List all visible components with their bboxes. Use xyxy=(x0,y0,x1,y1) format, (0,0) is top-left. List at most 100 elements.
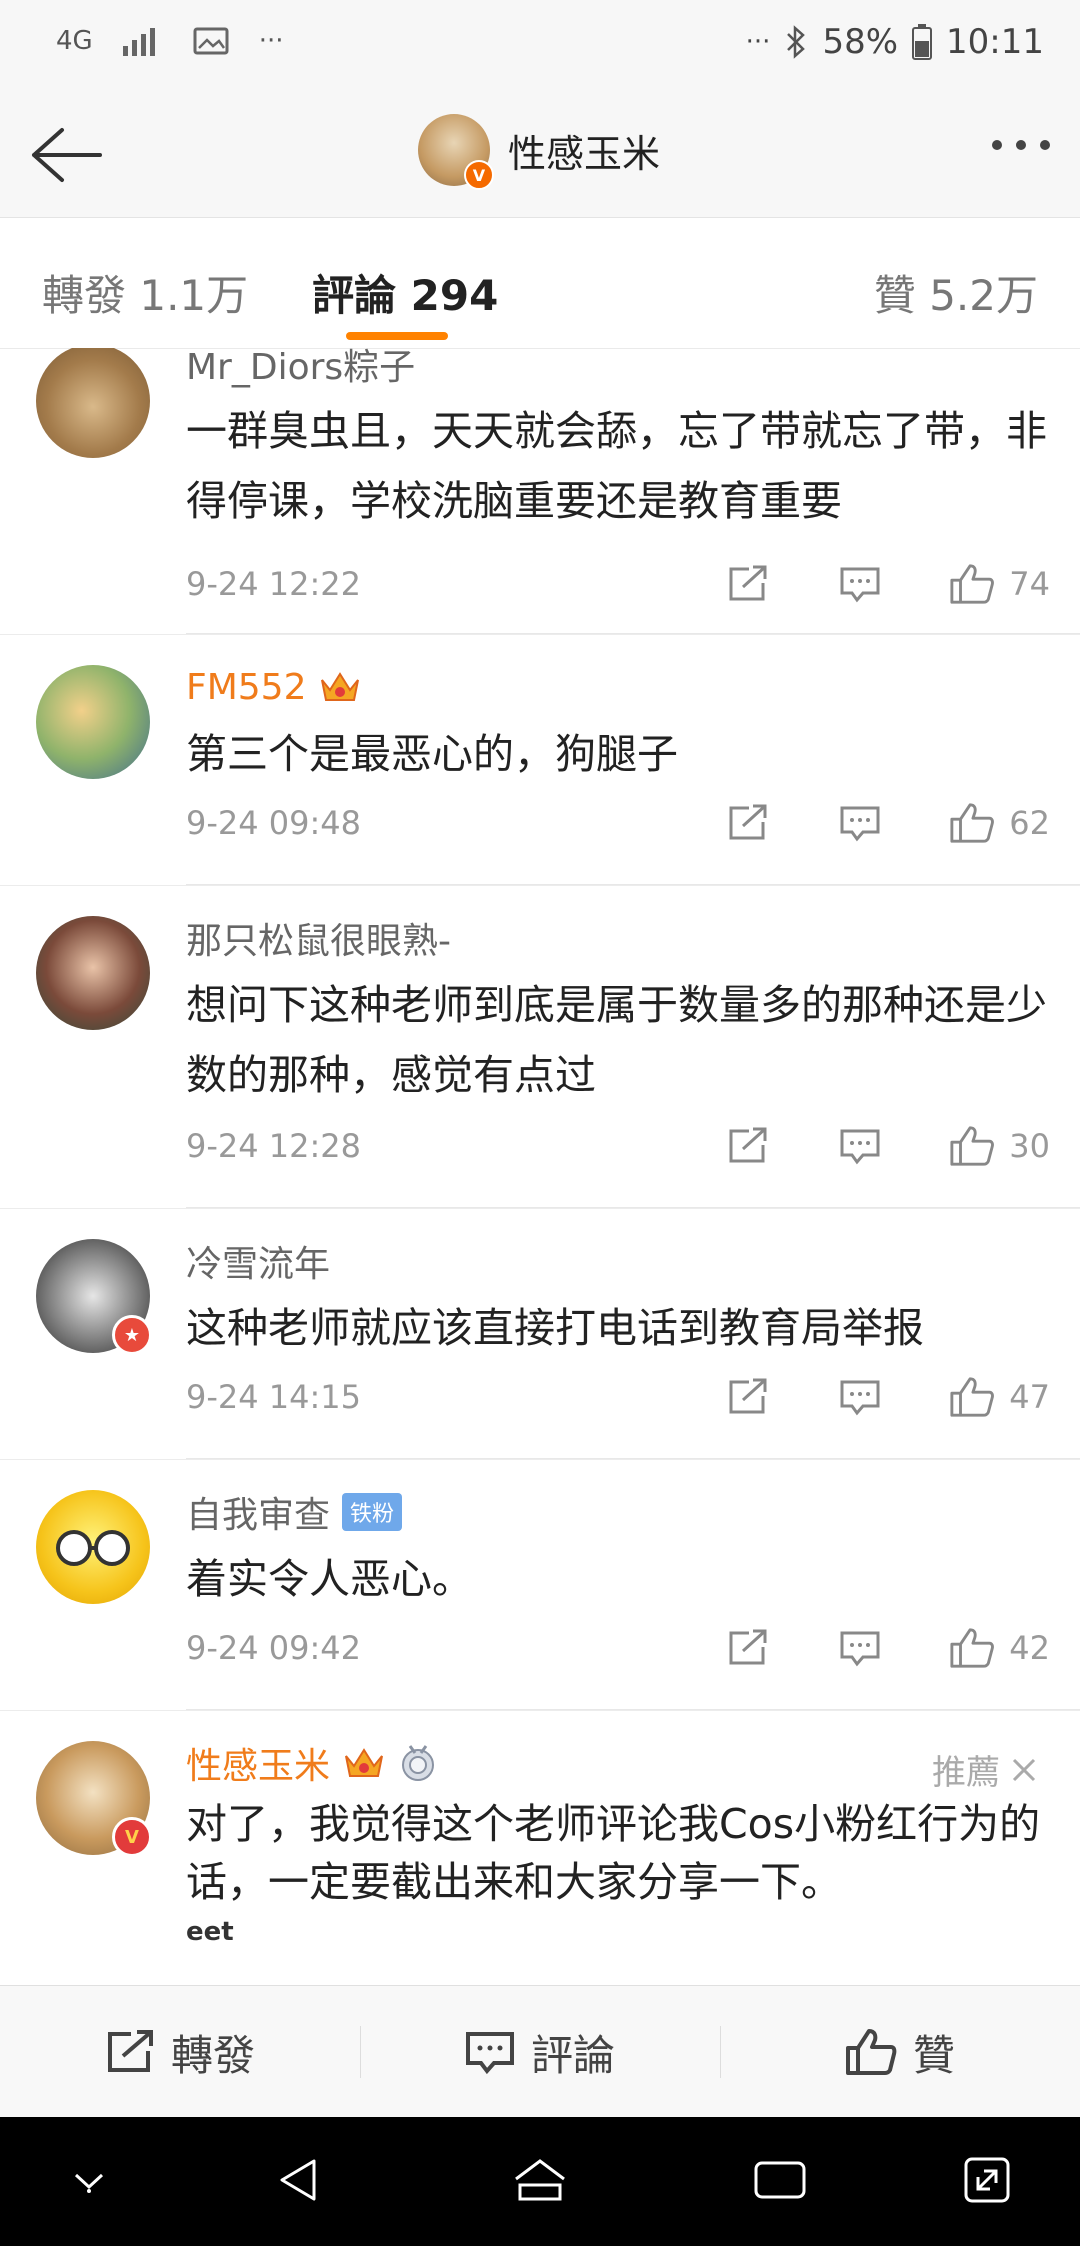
comment-time: 9-24 12:22 xyxy=(186,565,362,603)
like-count: 30 xyxy=(1009,1127,1050,1165)
more-dot-icon xyxy=(992,140,1002,150)
comment-item: V 性感玉米 对了，我觉得这个老师评论我Cos小粉红行为的话，一定要截出来和大家… xyxy=(0,1711,1080,1984)
username-text[interactable]: FM552 xyxy=(186,667,306,708)
expand-icon[interactable] xyxy=(962,2155,1012,2205)
medal-icon xyxy=(402,1745,435,1781)
more-options-button[interactable] xyxy=(992,140,1050,150)
divider xyxy=(186,1709,1080,1710)
comment-icon xyxy=(840,1631,880,1667)
username-text[interactable]: 性感玉米 xyxy=(186,1737,330,1789)
comment-text: 这种老师就应该直接打电话到教育局举报 xyxy=(186,1304,924,1352)
tab-repost[interactable]: 轉發 1.1万 xyxy=(42,262,248,323)
avatar[interactable] xyxy=(36,1490,150,1604)
share-icon xyxy=(729,804,767,840)
crown-icon xyxy=(345,1748,383,1777)
battery-icon xyxy=(912,24,933,60)
share-button[interactable] xyxy=(725,1377,771,1417)
tab-bar: 轉發 1.1万 評論 294 贊 5.2万 xyxy=(0,218,1080,349)
tab-likes[interactable]: 贊 5.2万 xyxy=(874,262,1038,323)
avatar[interactable]: ★ xyxy=(36,1239,152,1355)
avatar[interactable] xyxy=(36,916,150,1030)
comment-icon xyxy=(840,1129,880,1165)
reply-button[interactable] xyxy=(837,1126,883,1166)
page-title[interactable]: 性感玉米 xyxy=(508,123,660,178)
share-button[interactable] xyxy=(725,1628,771,1668)
comment-icon xyxy=(840,567,880,603)
divider xyxy=(186,633,1080,634)
navigation-bar: V 性感玉米 xyxy=(0,92,1080,218)
comment-text: 第三个是最恶心的，狗腿子 xyxy=(186,730,678,778)
profile-header[interactable]: V 性感玉米 xyxy=(418,114,660,190)
reply-button[interactable] xyxy=(837,1628,883,1668)
verified-badge-icon: V xyxy=(112,1817,152,1857)
like-button[interactable] xyxy=(949,1377,995,1417)
back-triangle-icon[interactable] xyxy=(274,2155,324,2205)
crown-icon xyxy=(321,672,360,701)
comment-username[interactable]: Mr_Diors粽子 xyxy=(186,348,1050,388)
comment-button[interactable]: 評論 xyxy=(360,1986,720,2118)
fan-tag: 铁粉 xyxy=(342,1493,403,1531)
like-button[interactable]: 贊 xyxy=(720,1986,1080,2118)
thumbs-up-icon xyxy=(950,564,995,604)
comment-list[interactable]: Mr_Diors粽子 一群臭虫且，天天就会舔，忘了带就忘了带，非得停课，学校洗脑… xyxy=(0,348,1080,1984)
comment-time: 9-24 12:28 xyxy=(186,1127,362,1165)
comment-username[interactable]: 那只松鼠很眼熟- xyxy=(186,916,1050,962)
active-tab-indicator xyxy=(346,332,448,340)
close-icon[interactable] xyxy=(1010,1756,1038,1784)
like-label: 贊 xyxy=(912,2030,955,2080)
comment-text: 着实令人恶心。 xyxy=(186,1555,473,1603)
more-dot-icon xyxy=(1016,140,1026,150)
recommend-text: 推薦 xyxy=(932,1753,1000,1793)
comment-time: 9-24 09:48 xyxy=(186,804,362,842)
share-button[interactable] xyxy=(725,564,771,604)
home-icon[interactable] xyxy=(510,2155,570,2205)
comment-text: 对了，我觉得这个老师评论我Cos小粉红行为的话，一定要截出来和大家分享一下。 xyxy=(186,1800,1041,1906)
username-text[interactable]: 自我审查 xyxy=(186,1486,330,1538)
recommend-label[interactable]: 推薦 xyxy=(932,1745,1038,1794)
thumbs-up-icon xyxy=(845,2029,897,2075)
comment-item: 自我审查 铁粉 着实令人恶心。 9-24 09:42 42 xyxy=(0,1460,1080,1711)
share-button[interactable] xyxy=(725,803,771,843)
status-right: ··· 58% 10:11 xyxy=(746,22,1044,62)
thumbs-up-icon xyxy=(950,1377,995,1417)
share-icon xyxy=(729,1629,767,1665)
avatar[interactable]: V xyxy=(418,114,494,190)
reply-button[interactable] xyxy=(837,564,883,604)
reply-button[interactable] xyxy=(837,803,883,843)
comment-item: FM552 第三个是最恶心的，狗腿子 9-24 09:48 62 xyxy=(0,635,1080,886)
comment-username[interactable]: 冷雪流年 xyxy=(186,1239,1050,1285)
more-dot-icon xyxy=(1040,140,1050,150)
like-button[interactable] xyxy=(949,564,995,604)
avatar[interactable] xyxy=(36,665,150,779)
clock: 10:11 xyxy=(946,22,1044,62)
signal-icon xyxy=(122,28,155,56)
like-button[interactable] xyxy=(949,1628,995,1668)
like-count: 47 xyxy=(1009,1378,1050,1416)
avatar[interactable]: V xyxy=(36,1741,152,1857)
chevron-down-icon[interactable] xyxy=(64,2155,114,2205)
recent-apps-icon[interactable] xyxy=(752,2155,808,2205)
divider xyxy=(186,1207,1080,1208)
tab-comments[interactable]: 評論 294 xyxy=(312,262,498,323)
comment-time: 9-24 09:42 xyxy=(186,1629,362,1667)
comment-item: Mr_Diors粽子 一群臭虫且，天天就会舔，忘了带就忘了带，非得停课，学校洗脑… xyxy=(0,348,1080,635)
like-button[interactable] xyxy=(949,1126,995,1166)
avatar[interactable] xyxy=(36,348,150,458)
share-icon xyxy=(107,2030,153,2072)
repost-button[interactable]: 轉發 xyxy=(0,1986,360,2118)
bottom-action-bar: 轉發 評論 贊 xyxy=(0,1985,1080,2118)
share-button[interactable] xyxy=(725,1126,771,1166)
like-count: 62 xyxy=(1009,804,1050,842)
comment-username[interactable]: 自我审查 铁粉 xyxy=(186,1490,1050,1536)
comment-username[interactable]: 性感玉米 xyxy=(186,1741,1050,1787)
thumbs-up-icon xyxy=(950,1628,995,1668)
reply-button[interactable] xyxy=(837,1377,883,1417)
comment-username[interactable]: FM552 xyxy=(186,665,1050,709)
like-button[interactable] xyxy=(949,803,995,843)
status-dots-right: ··· xyxy=(745,27,771,57)
comment-icon xyxy=(465,2032,514,2075)
comment-text: 想问下这种老师到底是属于数量多的那种还是少数的那种，感觉有点过 xyxy=(186,981,1047,1099)
share-icon xyxy=(729,1378,767,1414)
back-button[interactable] xyxy=(26,120,106,190)
divider xyxy=(186,1458,1080,1459)
